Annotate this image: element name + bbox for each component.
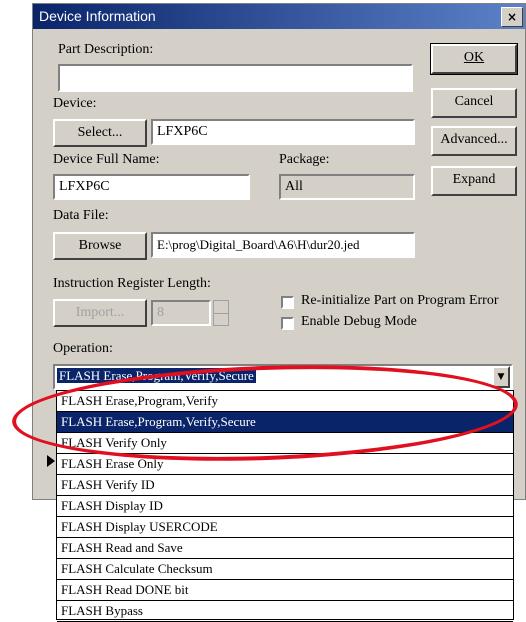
dropdown-item[interactable]: FLASH Read DONE bit xyxy=(57,580,513,601)
select-device-button[interactable]: Select... xyxy=(53,119,147,147)
instruction-length-spinner[interactable] xyxy=(213,300,229,326)
device-full-name-field[interactable]: LFXP6C xyxy=(53,174,250,200)
dropdown-item[interactable]: FLASH Display ID xyxy=(57,496,513,517)
dropdown-item-selected[interactable]: FLASH Erase,Program,Verify,Secure xyxy=(57,412,513,433)
ok-button[interactable]: OK xyxy=(430,43,518,75)
debug-mode-label: Enable Debug Mode xyxy=(301,314,417,329)
package-label: Package: xyxy=(279,152,330,167)
reinitialize-checkbox[interactable] xyxy=(281,296,294,309)
cancel-button[interactable]: Cancel xyxy=(431,88,517,118)
cancel-button-label: Cancel xyxy=(454,94,494,109)
dropdown-item[interactable]: FLASH Erase,Program,Verify xyxy=(57,391,513,412)
device-field[interactable]: LFXP6C xyxy=(151,119,415,145)
advanced-button-label: Advanced... xyxy=(440,132,508,147)
dropdown-item[interactable]: FLASH Erase Only xyxy=(57,454,513,475)
device-label: Device: xyxy=(53,96,97,111)
part-description-label: Part Description: xyxy=(58,42,154,57)
title-bar: Device Information × xyxy=(33,4,525,29)
dropdown-item[interactable]: FLASH Bypass xyxy=(57,601,513,622)
advanced-button[interactable]: Advanced... xyxy=(431,126,517,156)
data-file-label: Data File: xyxy=(53,208,109,223)
package-field[interactable]: All xyxy=(279,174,415,200)
dropdown-item[interactable]: FLASH Read and Save xyxy=(57,538,513,559)
part-description-input[interactable] xyxy=(58,64,413,92)
data-file-field[interactable]: E:\prog\Digital_Board\A6\H\dur20.jed xyxy=(151,232,415,258)
close-icon[interactable]: × xyxy=(501,7,523,27)
instruction-register-label: Instruction Register Length: xyxy=(53,276,211,291)
import-button-label: Import... xyxy=(75,305,125,320)
operation-dropdown-list[interactable]: FLASH Erase,Program,Verify FLASH Erase,P… xyxy=(56,390,514,622)
operation-combo[interactable]: FLASH Erase,Program,Verify,Secure xyxy=(53,364,513,390)
chevron-down-icon[interactable]: ▼ xyxy=(492,366,510,388)
dropdown-item[interactable]: FLASH Verify Only xyxy=(57,433,513,454)
browse-button[interactable]: Browse xyxy=(53,232,147,260)
operation-label: Operation: xyxy=(53,341,113,356)
dropdown-item[interactable]: FLASH Verify ID xyxy=(57,475,513,496)
browse-button-label: Browse xyxy=(78,238,122,253)
dropdown-item[interactable]: FLASH Calculate Checksum xyxy=(57,559,513,580)
device-full-name-label: Device Full Name: xyxy=(53,152,160,167)
expand-button-label: Expand xyxy=(452,172,496,187)
arrow-right-icon xyxy=(47,455,55,467)
window-title: Device Information xyxy=(39,8,156,24)
expand-button[interactable]: Expand xyxy=(431,166,517,196)
dropdown-item[interactable]: FLASH Display USERCODE xyxy=(57,517,513,538)
debug-mode-checkbox[interactable] xyxy=(281,317,294,330)
import-button[interactable]: Import... xyxy=(53,299,147,327)
reinitialize-label: Re-initialize Part on Program Error xyxy=(301,293,499,308)
instruction-length-field[interactable]: 8 xyxy=(151,300,211,326)
operation-selected-value: FLASH Erase,Program,Verify,Secure xyxy=(57,368,256,383)
ok-button-label: OK xyxy=(463,50,485,65)
select-button-label: Select... xyxy=(77,125,123,140)
